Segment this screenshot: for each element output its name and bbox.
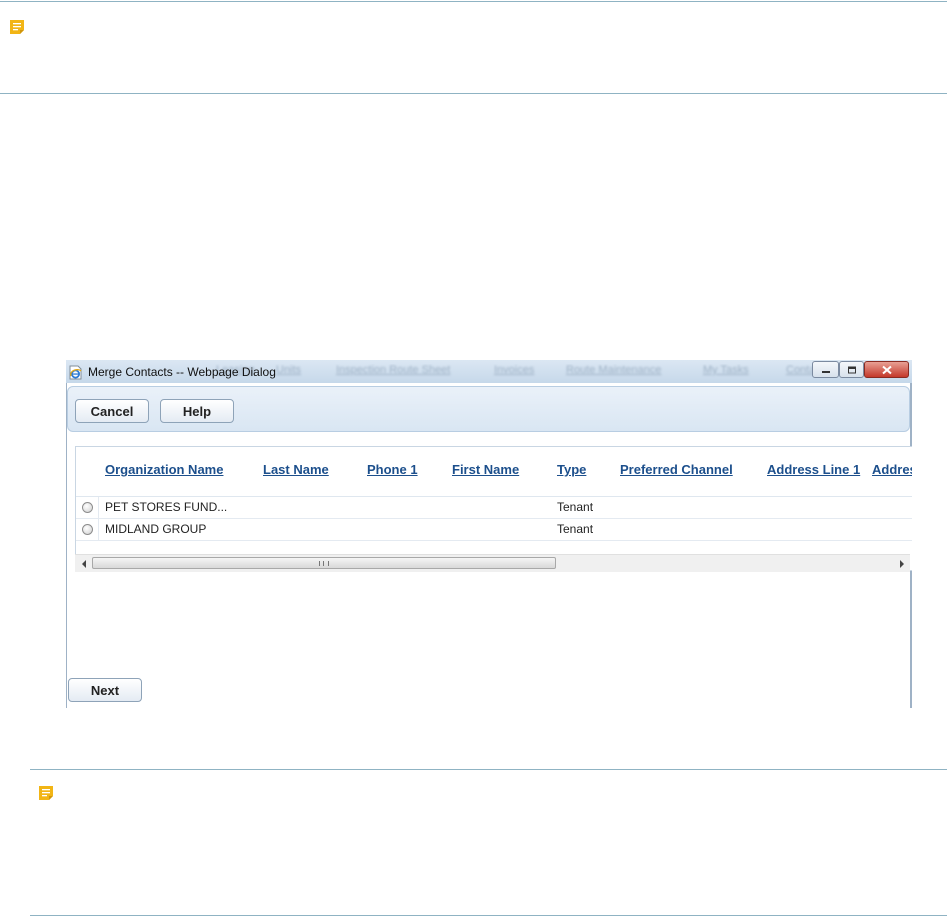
ie-page-icon	[69, 365, 82, 380]
column-header-phone-1[interactable]: Phone 1	[367, 462, 418, 477]
background-tab: Inspection Route Sheet	[336, 364, 451, 376]
close-icon	[881, 365, 892, 374]
background-tab: Route Maintenance	[566, 364, 662, 376]
row-select-radio[interactable]	[82, 524, 93, 535]
note-icon	[39, 786, 53, 800]
chevron-right-icon	[899, 559, 904, 568]
background-tab: My Tasks	[703, 364, 749, 376]
row-divider	[98, 519, 99, 540]
minimize-button[interactable]	[812, 361, 839, 378]
next-button[interactable]: Next	[68, 678, 142, 702]
column-header-organization-name[interactable]: Organization Name	[105, 462, 223, 477]
dialog-border	[66, 383, 67, 708]
cell-organization-name: MIDLAND GROUP	[105, 522, 207, 536]
background-tab: Units	[276, 364, 302, 376]
cell-type: Tenant	[557, 500, 594, 514]
column-header-type[interactable]: Type	[557, 462, 586, 477]
horizontal-scrollbar[interactable]	[75, 554, 910, 572]
help-button[interactable]: Help	[160, 399, 234, 423]
background-tab: Invoices	[494, 364, 535, 376]
table-row[interactable]: PET STORES FUND... Tenant	[76, 497, 912, 519]
dialog-toolbar: Cancel Help	[67, 386, 910, 432]
scroll-left-arrow[interactable]	[75, 555, 92, 572]
dialog-titlebar: Leasing Units Inspection Route Sheet Inv…	[66, 360, 912, 383]
chevron-left-icon	[81, 559, 86, 568]
column-header-first-name[interactable]: First Name	[452, 462, 519, 477]
column-header-address-line-2[interactable]: Address Line 2	[872, 462, 912, 477]
note-icon	[10, 20, 24, 34]
row-divider	[98, 497, 99, 518]
column-header-last-name[interactable]: Last Name	[263, 462, 329, 477]
note-block-top	[0, 1, 947, 94]
maximize-button[interactable]	[839, 361, 864, 378]
cancel-button[interactable]: Cancel	[75, 399, 149, 423]
cell-organization-name: PET STORES FUND...	[105, 500, 228, 514]
dialog-title: Merge Contacts -- Webpage Dialog	[88, 365, 276, 379]
scroll-right-arrow[interactable]	[893, 555, 910, 572]
maximize-icon	[847, 366, 856, 373]
table-row[interactable]: MIDLAND GROUP Tenant	[76, 519, 912, 541]
close-button[interactable]	[864, 361, 909, 378]
grid-header: Organization Name Last Name Phone 1 Firs…	[76, 447, 912, 497]
grip-icon	[319, 561, 329, 566]
column-header-preferred-channel[interactable]: Preferred Channel	[620, 462, 733, 477]
cell-type: Tenant	[557, 522, 594, 536]
scrollbar-thumb[interactable]	[92, 557, 556, 569]
note-block-bottom	[30, 769, 947, 916]
contacts-grid: Organization Name Last Name Phone 1 Firs…	[75, 446, 912, 571]
column-header-address-line-1[interactable]: Address Line 1	[767, 462, 860, 477]
row-select-radio[interactable]	[82, 502, 93, 513]
minimize-icon	[821, 370, 830, 373]
merge-contacts-dialog: Leasing Units Inspection Route Sheet Inv…	[66, 360, 912, 708]
